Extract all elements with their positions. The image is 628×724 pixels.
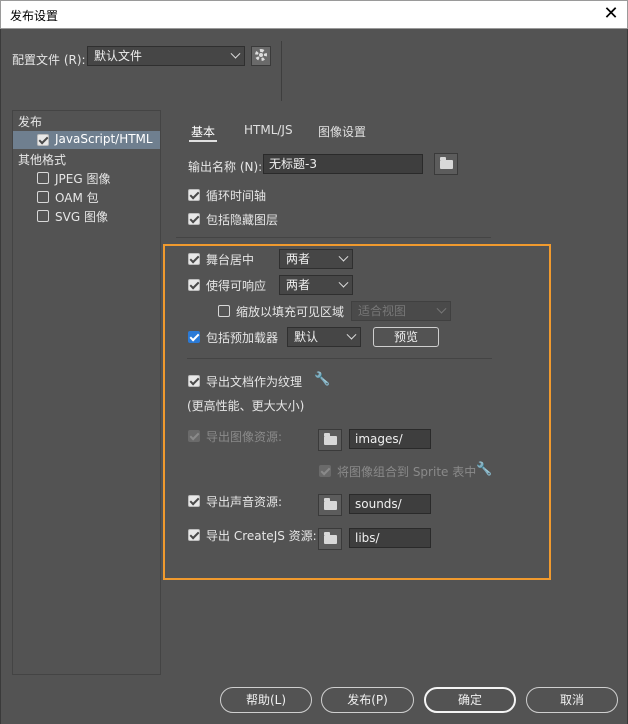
- help-button[interactable]: 帮助(L): [220, 687, 312, 713]
- make-responsive-label: 使得可响应: [206, 279, 267, 293]
- title-bar: 发布设置 ✕: [0, 0, 628, 29]
- chevron-down-icon: [338, 251, 349, 262]
- preloader-select[interactable]: 默认: [287, 327, 361, 347]
- close-icon[interactable]: ✕: [601, 4, 621, 24]
- chevron-down-icon: [436, 303, 447, 314]
- output-folder-button[interactable]: [434, 153, 458, 175]
- sidebar-item-oam[interactable]: OAM 包: [55, 189, 99, 206]
- chevron-down-icon: [346, 329, 357, 340]
- toolbar-divider: [281, 41, 282, 101]
- make-responsive-value: 两者: [286, 278, 311, 292]
- jpeg-checkbox[interactable]: [37, 172, 49, 184]
- tab-html-js[interactable]: HTML/JS: [244, 123, 293, 137]
- center-stage-select[interactable]: 两者: [279, 249, 353, 269]
- createjs-path-field[interactable]: libs/: [349, 528, 431, 548]
- folder-icon: [440, 157, 453, 169]
- make-responsive-select[interactable]: 两者: [279, 275, 353, 295]
- sidebar-item-svg[interactable]: SVG 图像: [55, 208, 108, 225]
- divider: [187, 358, 492, 359]
- folder-icon: [324, 532, 337, 544]
- publish-header: 发布: [18, 115, 43, 129]
- createjs-folder-button[interactable]: [318, 528, 342, 550]
- sidebar-item-label: JavaScript/HTML: [55, 132, 153, 146]
- export-createjs-checkbox[interactable]: [188, 529, 200, 541]
- publish-button[interactable]: 发布(P): [321, 687, 414, 713]
- export-sounds-checkbox[interactable]: [188, 495, 200, 507]
- export-sounds-label: 导出声音资源:: [206, 495, 283, 509]
- include-preloader-checkbox[interactable]: [188, 331, 200, 343]
- export-texture-label: 导出文档作为纹理: [206, 375, 303, 389]
- profile-select-value: 默认文件: [94, 49, 143, 63]
- loop-timeline-label: 循环时间轴: [206, 189, 267, 203]
- tab-basic[interactable]: 基本: [191, 123, 215, 140]
- scale-to-fill-checkbox[interactable]: [218, 305, 230, 317]
- sounds-folder-button[interactable]: [318, 494, 342, 516]
- chevron-down-icon: [338, 277, 349, 288]
- export-images-label: 导出图像资源:: [206, 430, 283, 444]
- chevron-down-icon: [230, 48, 241, 59]
- other-formats-header: 其他格式: [18, 153, 67, 167]
- texture-note: (更高性能、更大大小): [187, 399, 305, 413]
- oam-checkbox[interactable]: [37, 191, 49, 203]
- include-hidden-layers-checkbox[interactable]: [188, 213, 200, 225]
- dialog-body: 配置文件 (R): 默认文件 发布 JavaScript/HTML 其他格式 J…: [0, 29, 628, 724]
- center-stage-value: 两者: [286, 252, 311, 266]
- sidebar-item-jpeg[interactable]: JPEG 图像: [55, 170, 110, 187]
- sounds-path-field[interactable]: sounds/: [349, 494, 431, 514]
- export-texture-checkbox[interactable]: [188, 375, 200, 387]
- wrench-icon[interactable]: 🔧: [314, 372, 330, 387]
- center-stage-checkbox[interactable]: [188, 253, 200, 265]
- profile-label: 配置文件 (R):: [12, 53, 86, 67]
- make-responsive-checkbox[interactable]: [188, 279, 200, 291]
- include-preloader-label: 包括预加载器: [206, 331, 279, 345]
- folder-icon: [324, 433, 337, 445]
- loop-timeline-checkbox[interactable]: [188, 189, 200, 201]
- output-name-label: 输出名称 (N):: [188, 160, 263, 174]
- folder-icon: [324, 498, 337, 510]
- format-list: 发布 JavaScript/HTML 其他格式 JPEG 图像 OAM 包 SV…: [12, 110, 161, 675]
- images-path-field[interactable]: images/: [349, 429, 431, 449]
- preview-button[interactable]: 预览: [373, 327, 439, 347]
- divider: [176, 237, 491, 238]
- export-createjs-label: 导出 CreateJS 资源:: [206, 529, 317, 543]
- scale-to-fill-label: 缩放以填充可见区域: [236, 305, 345, 319]
- combine-sprite-label: 将图像组合到 Sprite 表中: [337, 465, 477, 479]
- scale-to-fill-value: 适合视图: [358, 304, 407, 318]
- window-title: 发布设置: [10, 9, 59, 23]
- javascript-html-checkbox[interactable]: [37, 134, 49, 146]
- include-hidden-layers-label: 包括隐藏图层: [206, 213, 279, 227]
- svg-checkbox[interactable]: [37, 210, 49, 222]
- scale-to-fill-select[interactable]: 适合视图: [351, 301, 451, 321]
- tab-image-settings[interactable]: 图像设置: [318, 123, 366, 140]
- center-stage-label: 舞台居中: [206, 253, 255, 267]
- profile-select[interactable]: 默认文件: [87, 46, 245, 66]
- tab-basic-underline: [189, 140, 217, 142]
- output-name-field[interactable]: 无标题-3: [263, 154, 423, 174]
- combine-sprite-checkbox[interactable]: [319, 465, 331, 477]
- images-folder-button[interactable]: [318, 429, 342, 451]
- gear-icon[interactable]: [251, 46, 271, 66]
- preloader-value: 默认: [294, 330, 319, 344]
- ok-button[interactable]: 确定: [424, 687, 516, 713]
- cancel-button[interactable]: 取消: [526, 687, 618, 713]
- wrench-icon[interactable]: 🔧: [476, 462, 492, 477]
- export-images-checkbox[interactable]: [188, 430, 200, 442]
